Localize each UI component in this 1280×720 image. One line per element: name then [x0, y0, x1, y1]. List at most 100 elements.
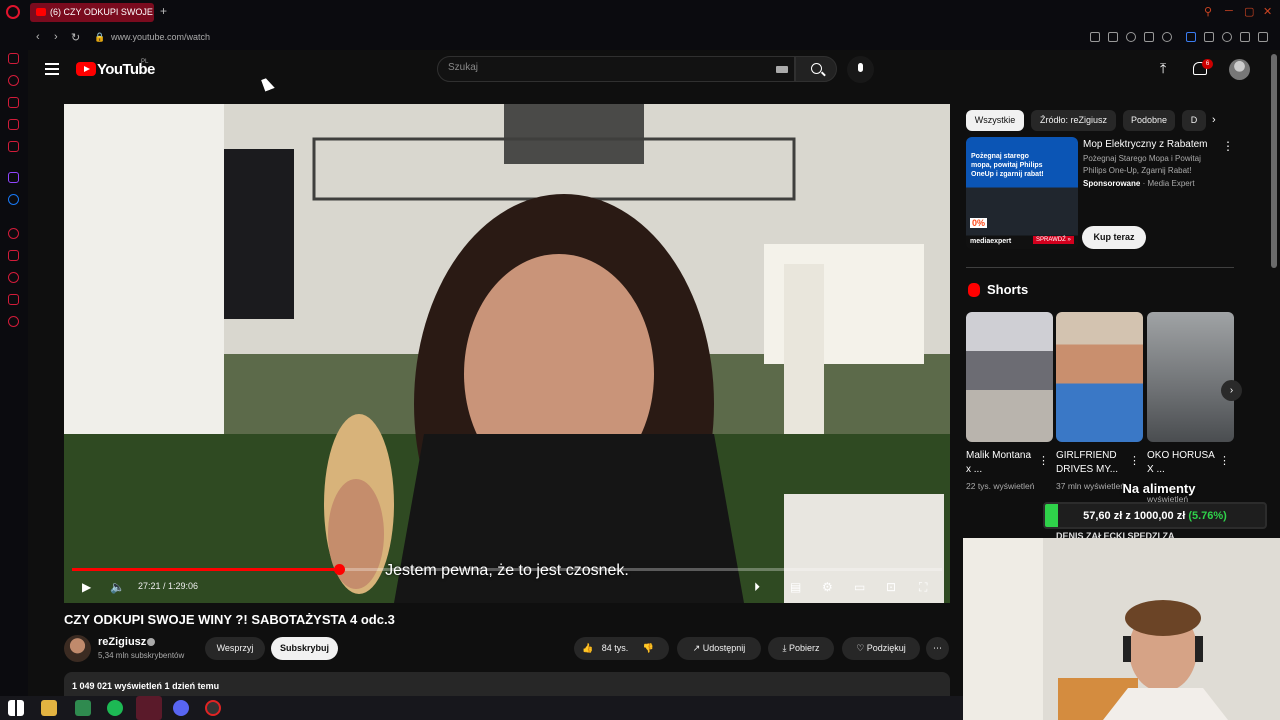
ad-more-icon[interactable]: ⋮ — [1222, 139, 1234, 153]
progress-scrubber[interactable] — [334, 564, 346, 575]
opera-taskbar-icon[interactable] — [136, 696, 162, 720]
views-and-date: 1 049 021 wyświetleń 1 dzień temu — [72, 681, 220, 691]
like-count[interactable]: 84 tys. — [602, 643, 629, 653]
short-title[interactable]: OKO HORUSA X ... — [1147, 449, 1217, 477]
more-actions-icon[interactable]: ⋯ — [926, 637, 949, 660]
extensions-icon[interactable] — [1204, 32, 1214, 42]
shorts-icon — [968, 283, 980, 297]
chip-related[interactable]: Podobne — [1123, 110, 1175, 131]
spotify-icon[interactable] — [107, 700, 123, 716]
progress-bar[interactable] — [72, 564, 942, 575]
chevron-right-icon[interactable]: › — [1212, 114, 1216, 126]
keyboard-icon[interactable] — [776, 66, 788, 73]
sidebar-twitch-icon[interactable] — [8, 172, 19, 183]
minimize-icon[interactable]: ─ — [1225, 5, 1233, 17]
search-input[interactable] — [448, 62, 768, 73]
youtube-logo-icon[interactable] — [76, 62, 96, 76]
subscriber-count: 5,34 mln subskrybentów — [98, 651, 185, 660]
account-avatar[interactable] — [1229, 59, 1250, 80]
address-bar: ‹ › ↻ 🔒 www.youtube.com/watch — [28, 26, 1280, 50]
description-box[interactable]: 1 049 021 wyświetleń 1 dzień temu — [64, 672, 950, 696]
shorts-next-button[interactable]: › — [1221, 380, 1242, 401]
volume-icon[interactable]: 🔈 — [110, 580, 125, 594]
menu-icon[interactable] — [1258, 32, 1268, 42]
video-player[interactable]: Jestem pewna, że to jest czosnek. ▶ 🔈 27… — [64, 104, 950, 603]
windows-start-icon[interactable] — [8, 700, 24, 716]
sidebar-news-icon[interactable] — [8, 119, 19, 130]
sidebar-history-icon[interactable] — [8, 272, 19, 283]
subscribe-button[interactable]: Subskrybuj — [271, 637, 338, 660]
donation-goal-label: Na alimenty — [1122, 481, 1196, 496]
chip-all[interactable]: Wszystkie — [966, 110, 1024, 131]
ad-title[interactable]: Mop Elektryczny z Rabatem — [1083, 139, 1208, 150]
page-scrollbar[interactable] — [1271, 54, 1277, 268]
opera-logo-icon[interactable] — [6, 5, 20, 19]
new-tab-button[interactable]: + — [160, 4, 167, 18]
sidebar-wallet-icon[interactable] — [8, 53, 19, 64]
adblock-icon[interactable] — [1126, 32, 1136, 42]
dislike-icon[interactable]: 👎 — [643, 643, 654, 653]
ad-image-logo: mediaexpert — [970, 238, 1012, 245]
video-frame — [64, 104, 950, 603]
download-button[interactable]: ⤓ Pobierz — [768, 637, 834, 660]
heart-icon[interactable] — [1162, 32, 1172, 42]
search-tabs-icon[interactable]: ⚲ — [1204, 5, 1212, 18]
close-icon[interactable]: ✕ — [1263, 5, 1272, 18]
sidebar-settings-icon[interactable] — [8, 316, 19, 327]
sidebar-extensions-icon[interactable] — [8, 294, 19, 305]
back-icon[interactable]: ‹ — [36, 31, 40, 43]
create-icon[interactable]: ⤒ — [1160, 60, 1166, 77]
hamburger-menu-icon[interactable] — [45, 63, 59, 78]
support-button[interactable]: Wesprzyj — [205, 637, 265, 660]
sidebar-player-icon[interactable] — [8, 228, 19, 239]
share-button[interactable]: ↗ Udostępnij — [677, 637, 761, 660]
vpn-icon[interactable] — [1144, 32, 1154, 42]
sidebar-crypto-icon[interactable] — [8, 97, 19, 108]
short-title[interactable]: GIRLFRIEND DRIVES MY... — [1056, 449, 1126, 477]
theater-mode-icon[interactable]: ▭ — [854, 580, 865, 594]
file-explorer-icon[interactable] — [41, 700, 57, 716]
bookmark-icon[interactable] — [1090, 32, 1100, 42]
translate-icon[interactable] — [1186, 32, 1196, 42]
short-thumbnail[interactable] — [966, 312, 1053, 442]
sidebar-aria-icon[interactable] — [8, 75, 19, 86]
sidebar-messenger-icon[interactable] — [8, 194, 19, 205]
forward-icon[interactable]: › — [54, 31, 58, 43]
maximize-icon[interactable]: ▢ — [1244, 5, 1254, 18]
short-thumbnail[interactable] — [1056, 312, 1143, 442]
short-more-icon[interactable]: ⋮ — [1129, 454, 1140, 467]
play-icon[interactable]: ▶ — [82, 580, 91, 594]
sidebar-pin-icon[interactable] — [8, 250, 19, 261]
discord-icon[interactable] — [173, 700, 189, 716]
url-field[interactable]: www.youtube.com/watch — [111, 32, 210, 42]
channel-name[interactable]: reZigiusz — [98, 636, 146, 648]
ad-buy-button[interactable]: Kup teraz — [1082, 226, 1146, 249]
recording-app-icon[interactable] — [205, 700, 221, 716]
thanks-button[interactable]: ♡ Podziękuj — [842, 637, 920, 660]
download-icon[interactable] — [1240, 32, 1250, 42]
download-label: Pobierz — [788, 643, 820, 653]
cast-icon[interactable]: ⊡ — [886, 580, 896, 594]
subtitles-icon[interactable]: ▤ — [790, 580, 801, 594]
channel-avatar[interactable] — [64, 635, 91, 662]
snapshot-icon[interactable] — [1108, 32, 1118, 42]
fullscreen-icon[interactable]: ⛶ — [919, 580, 927, 595]
like-icon[interactable]: 👍 — [582, 643, 593, 653]
autoplay-toggle-icon[interactable]: ⏵ — [754, 580, 760, 595]
short-thumbnail[interactable] — [1147, 312, 1234, 442]
reload-icon[interactable]: ↻ — [71, 31, 80, 44]
search-button[interactable] — [795, 56, 837, 82]
app-icon[interactable] — [75, 700, 91, 716]
chip-source[interactable]: Źródło: reZigiusz — [1031, 110, 1116, 131]
profile-icon[interactable] — [1222, 32, 1232, 42]
settings-gear-icon[interactable]: ⚙ — [822, 580, 833, 594]
browser-tab[interactable]: (6) CZY ODKUPI SWOJE W — [30, 3, 154, 22]
short-title[interactable]: Malik Montana x ... — [966, 449, 1036, 477]
shorts-heading: Shorts — [987, 282, 1029, 297]
short-more-icon[interactable]: ⋮ — [1219, 454, 1230, 467]
ad-image-cta: SPRAWDŹ » — [1033, 236, 1074, 244]
short-more-icon[interactable]: ⋮ — [1038, 454, 1049, 467]
voice-search-button[interactable] — [847, 56, 874, 83]
sidebar-gx-icon[interactable] — [8, 141, 19, 152]
chip-more[interactable]: D — [1182, 110, 1206, 131]
